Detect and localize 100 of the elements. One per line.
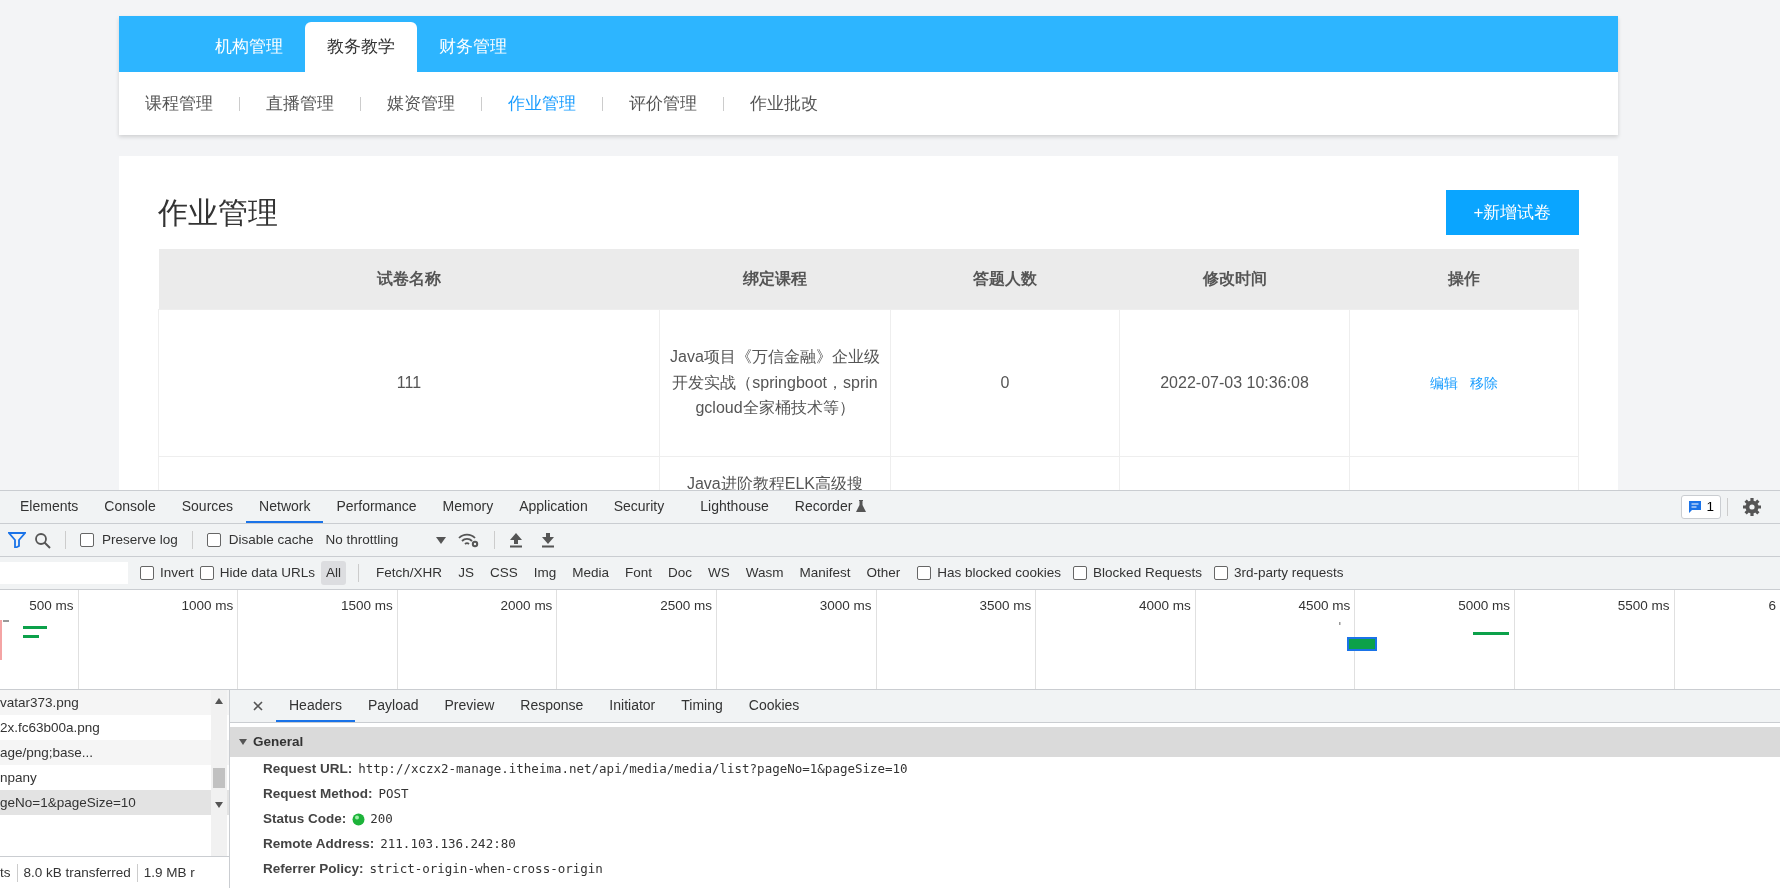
checkbox-label: Invert xyxy=(160,563,194,582)
filter-icon[interactable] xyxy=(8,532,26,548)
detail-tab[interactable]: Cookies xyxy=(735,690,813,722)
time-tick: 5000 ms xyxy=(1458,598,1510,613)
time-tick: 3000 ms xyxy=(819,598,872,613)
request-row[interactable]: 2x.fc63b00a.png xyxy=(0,715,229,740)
time-tick: 6 xyxy=(1768,598,1776,613)
type-filter[interactable]: JS xyxy=(453,560,479,586)
page-title: 作业管理 xyxy=(158,194,278,231)
time-tick: 3500 ms xyxy=(979,598,1032,613)
checkbox[interactable] xyxy=(140,566,154,580)
request-row[interactable]: age/png;base... xyxy=(0,740,229,765)
type-filter[interactable]: WS xyxy=(703,560,735,586)
scrollbar[interactable] xyxy=(211,690,227,856)
devtools-tab[interactable]: Sources xyxy=(168,491,247,523)
type-filter[interactable]: Manifest xyxy=(794,560,856,586)
field-label: Request Method: xyxy=(263,785,373,804)
time-tick: 1000 ms xyxy=(181,598,234,613)
sub-nav-item[interactable]: 作业批改 xyxy=(724,90,844,117)
search-icon[interactable] xyxy=(34,531,51,549)
checkbox-label: Hide data URLs xyxy=(219,563,316,582)
devtools-tab[interactable]: Performance xyxy=(323,491,430,523)
field-label: Status Code: xyxy=(263,810,347,829)
field-label: Request URL: xyxy=(263,760,353,779)
settings-icon[interactable] xyxy=(1742,497,1762,517)
devtools-tab[interactable]: Application xyxy=(506,491,601,523)
field-value: POST xyxy=(378,785,409,804)
upload-icon[interactable] xyxy=(509,532,524,548)
request-row[interactable]: vatar373.png xyxy=(0,690,229,715)
sub-nav-item[interactable]: 课程管理 xyxy=(119,90,239,117)
time-tick: 500 ms xyxy=(29,598,74,613)
detail-tab[interactable]: Preview xyxy=(431,690,508,722)
status-dot-icon xyxy=(352,813,366,826)
time-tick: 5500 ms xyxy=(1617,598,1670,613)
network-conditions-icon[interactable] xyxy=(458,532,481,548)
devtools-tab[interactable]: Recorder xyxy=(781,491,880,523)
type-filter[interactable]: All xyxy=(321,560,347,586)
detail-tab[interactable]: Response xyxy=(507,690,597,722)
checkbox-label: Blocked Requests xyxy=(1093,563,1202,582)
time-tick: 2000 ms xyxy=(500,598,553,613)
field-label: Referrer Policy: xyxy=(263,860,364,879)
issues-badge[interactable]: 1 xyxy=(1681,495,1721,519)
type-filter[interactable]: Fetch/XHR xyxy=(371,560,448,586)
expanded-triangle-icon xyxy=(238,737,248,747)
checkbox-label: Preserve log xyxy=(102,530,178,549)
checkbox[interactable] xyxy=(206,533,221,547)
close-icon xyxy=(253,700,263,711)
checkbox[interactable] xyxy=(1213,566,1228,580)
devtools-tab[interactable]: Elements xyxy=(7,491,92,523)
time-tick: 4000 ms xyxy=(1138,598,1191,613)
checkbox[interactable] xyxy=(199,566,214,580)
type-filter[interactable]: Media xyxy=(567,560,614,586)
detail-tab[interactable]: Initiator xyxy=(596,690,669,722)
checkbox[interactable] xyxy=(80,533,94,547)
summary-text: ts xyxy=(0,863,11,882)
type-filter[interactable]: Other xyxy=(861,560,906,586)
type-filter[interactable]: Font xyxy=(619,560,657,586)
flask-icon xyxy=(856,500,867,512)
type-filter[interactable]: Wasm xyxy=(740,560,789,586)
sub-nav-item[interactable]: 直播管理 xyxy=(240,90,360,117)
sub-nav-item[interactable]: 媒资管理 xyxy=(361,90,481,117)
message-icon xyxy=(1688,500,1703,514)
field-value: 200 xyxy=(370,810,393,829)
devtools-tab[interactable]: Console xyxy=(91,491,169,523)
checkbox-label: 3rd-party requests xyxy=(1233,563,1344,582)
devtools-tab[interactable]: Lighthouse xyxy=(687,491,782,523)
type-filter[interactable]: CSS xyxy=(484,560,523,586)
detail-tab[interactable]: Headers xyxy=(276,690,355,722)
time-tick: 2500 ms xyxy=(660,598,712,613)
nav-tab[interactable]: 教务教学 xyxy=(305,22,417,72)
download-icon[interactable] xyxy=(541,532,556,548)
field-value: strict-origin-when-cross-origin xyxy=(369,860,603,879)
table-cell: 2022-07-03 10:36:08 xyxy=(1119,309,1350,456)
field-label: Remote Address: xyxy=(263,835,375,854)
sub-nav-item[interactable]: 评价管理 xyxy=(603,90,723,117)
time-tick: 1500 ms xyxy=(341,598,393,613)
table-cell: 111 xyxy=(158,309,660,456)
throttling-dropdown[interactable]: No throttling xyxy=(321,529,451,551)
caret-icon xyxy=(436,536,447,544)
request-row[interactable]: geNo=1&pageSize=10 xyxy=(0,790,229,815)
detail-tab[interactable]: Timing xyxy=(668,690,736,722)
detail-tab[interactable]: Payload xyxy=(354,690,432,722)
type-filter[interactable]: Img xyxy=(528,560,562,586)
checkbox[interactable] xyxy=(1073,566,1088,580)
column-header: 试卷名称 xyxy=(158,249,660,309)
column-header: 绑定课程 xyxy=(659,249,891,309)
devtools-tab[interactable]: Security xyxy=(600,491,678,523)
devtools-tab[interactable]: Memory xyxy=(429,491,507,523)
column-header: 修改时间 xyxy=(1119,249,1350,309)
checkbox[interactable] xyxy=(917,566,932,580)
field-value: 211.103.136.242:80 xyxy=(380,835,516,854)
time-tick: 4500 ms xyxy=(1298,598,1351,613)
request-row[interactable]: npany xyxy=(0,765,229,790)
summary-text: 8.0 kB transferred xyxy=(23,863,131,882)
type-filter[interactable]: Doc xyxy=(662,560,697,586)
column-header: 答题人数 xyxy=(890,249,1120,309)
table-cell: Java项目《万信金融》企业级开发实战（springboot，springcloud全家桶技术等） xyxy=(659,309,891,456)
section-header[interactable]: General xyxy=(230,727,1780,757)
checkbox-label: Has blocked cookies xyxy=(937,563,1062,582)
checkbox-label: Disable cache xyxy=(228,530,314,549)
